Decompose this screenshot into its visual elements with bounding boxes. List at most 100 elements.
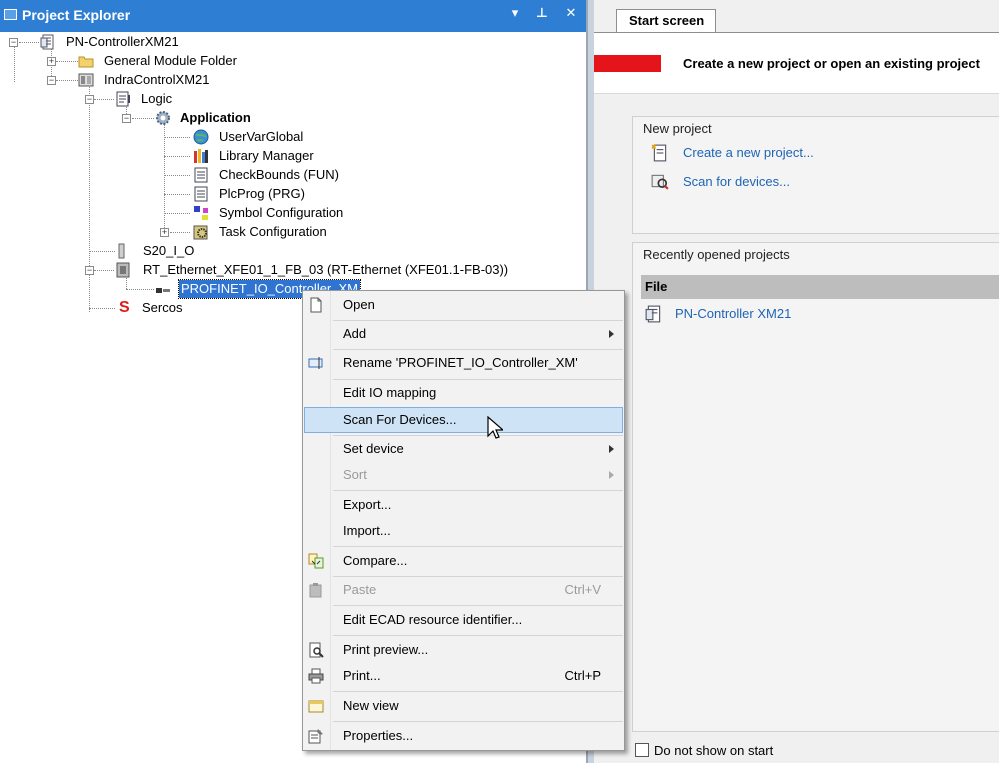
menu-item-label: Set device <box>343 441 404 456</box>
menu-item-label: Import... <box>343 523 391 538</box>
menu-item-import[interactable]: Import... <box>304 518 623 544</box>
divider <box>594 93 999 94</box>
menu-item-export[interactable]: Export... <box>304 492 623 518</box>
menu-item-label: Add <box>343 326 367 341</box>
tree-node-label: PN-ControllerXM21 <box>66 34 179 49</box>
tree-node-checkbounds[interactable]: CheckBounds (FUN) <box>193 166 393 184</box>
do-not-show-checkbox[interactable] <box>635 743 649 757</box>
tree-node-symbol-configuration[interactable]: Symbol Configuration <box>193 204 393 222</box>
tree-node-s20-io[interactable]: S20_I_O <box>115 242 315 260</box>
paste-icon <box>309 583 322 598</box>
open-icon <box>310 297 322 313</box>
menu-item-set-device[interactable]: Set device <box>304 436 623 462</box>
menu-item-add[interactable]: Add <box>304 321 623 347</box>
menu-separator <box>333 635 623 636</box>
dropdown-icon[interactable]: ▾ <box>506 5 524 21</box>
explorer-window-icon <box>4 9 17 20</box>
tree-node-uservarglobal[interactable]: UserVarGlobal <box>193 128 393 146</box>
tree-line <box>56 61 78 62</box>
tree-node-root[interactable]: PN-ControllerXM21 <box>40 33 240 51</box>
tree-line <box>164 213 190 214</box>
menu-item-label: Open <box>343 297 375 312</box>
scan-for-devices-link[interactable]: Scan for devices... <box>683 174 790 189</box>
menu-item-label: Edit IO mapping <box>343 385 437 400</box>
menu-item-rename[interactable]: Rename 'PROFINET_IO_Controller_XM' <box>304 350 623 376</box>
create-new-project-link[interactable]: Create a new project... <box>683 145 814 160</box>
submenu-arrow-icon <box>609 471 614 479</box>
tree-node-label: Library Manager <box>219 148 314 163</box>
menu-item-compare[interactable]: Compare... <box>304 548 623 574</box>
expand-toggle[interactable]: + <box>160 228 169 237</box>
menu-item-edit-io-mapping[interactable]: Edit IO mapping <box>304 380 623 406</box>
menu-item-properties[interactable]: Properties... <box>304 723 623 749</box>
tree-line <box>164 194 190 195</box>
collapse-toggle[interactable]: − <box>85 95 94 104</box>
submenu-arrow-icon <box>609 330 614 338</box>
tree-node-plcprog[interactable]: PlcProg (PRG) <box>193 185 393 203</box>
collapse-toggle[interactable]: − <box>47 76 56 85</box>
tree-node-task-configuration[interactable]: Task Configuration <box>193 223 393 241</box>
tree-line <box>164 137 190 138</box>
menu-item-open[interactable]: Open <box>304 292 623 318</box>
collapse-toggle[interactable]: − <box>9 38 18 47</box>
symbol-config-icon <box>194 206 208 220</box>
menu-item-label: Edit ECAD resource identifier... <box>343 612 523 627</box>
menu-separator <box>333 546 623 547</box>
rename-icon <box>308 357 323 369</box>
tab-start-screen[interactable]: Start screen <box>616 9 716 33</box>
tree-line <box>94 270 114 271</box>
menu-separator <box>333 691 623 692</box>
compare-icon <box>308 553 324 569</box>
tree-node-label: General Module Folder <box>104 53 237 68</box>
new-project-title: New project <box>643 121 712 136</box>
menu-item-edit-ecad[interactable]: Edit ECAD resource identifier... <box>304 607 623 633</box>
tree-node-label: CheckBounds (FUN) <box>219 167 339 182</box>
menu-item-label: Rename 'PROFINET_IO_Controller_XM' <box>343 355 578 370</box>
controller-icon <box>40 34 54 50</box>
menu-item-label: Compare... <box>343 553 408 568</box>
new-project-icon <box>651 144 667 162</box>
menu-item-sort[interactable]: Sort <box>304 462 623 488</box>
tree-node-general-module-folder[interactable]: General Module Folder <box>78 52 278 70</box>
menu-item-label: Export... <box>343 497 392 512</box>
start-screen-panel: Start screen Create a new project or ope… <box>594 0 999 763</box>
project-file-icon <box>645 305 661 323</box>
tree-node-rt-ethernet[interactable]: RT_Ethernet_XFE01_1_FB_03 (RT-Ethernet (… <box>115 261 515 279</box>
menu-item-scan-for-devices[interactable]: Scan For Devices... <box>304 407 623 433</box>
close-icon[interactable]: ✕ <box>562 5 580 21</box>
tree-node-indracontrol[interactable]: IndraControlXM21 <box>78 71 278 89</box>
ethernet-module-icon <box>116 262 130 278</box>
document-icon <box>194 186 208 202</box>
tree-line <box>14 46 15 82</box>
tree-node-application[interactable]: Application <box>155 109 355 127</box>
menu-item-label: Print preview... <box>343 642 429 657</box>
menu-item-label: Scan For Devices... <box>343 412 457 427</box>
file-column-header[interactable]: File <box>641 275 999 299</box>
tree-line <box>132 118 154 119</box>
tree-node-sercos[interactable]: S Sercos <box>115 299 315 317</box>
library-icon <box>194 149 208 163</box>
menu-item-print-preview[interactable]: Print preview... <box>304 637 623 663</box>
tree-node-label: S20_I_O <box>143 243 195 258</box>
context-menu: Open Add Rename 'PROFINET_IO_Controller_… <box>302 290 625 751</box>
start-headline: Create a new project or open an existing… <box>683 56 980 71</box>
expand-toggle[interactable]: + <box>47 57 56 66</box>
menu-item-new-view[interactable]: New view <box>304 693 623 719</box>
menu-item-paste[interactable]: Paste Ctrl+V <box>304 577 623 603</box>
project-explorer-header: Project Explorer ▾ ⊥ ✕ <box>0 0 588 32</box>
recent-projects-group: Recently opened projects File PN-Control… <box>632 242 999 732</box>
menu-item-label: Print... <box>343 668 381 683</box>
tree-node-logic[interactable]: Logic <box>115 90 315 108</box>
collapse-toggle[interactable]: − <box>122 114 131 123</box>
sercos-icon: S <box>119 299 130 316</box>
recent-project-link[interactable]: PN-Controller XM21 <box>675 306 791 321</box>
collapse-toggle[interactable]: − <box>85 266 94 275</box>
headline-banner: Create a new project or open an existing… <box>594 33 999 93</box>
tree-node-library-manager[interactable]: Library Manager <box>193 147 393 165</box>
tree-line <box>164 124 165 236</box>
pin-icon[interactable]: ⊥ <box>533 5 551 21</box>
menu-item-shortcut: Ctrl+P <box>564 668 601 683</box>
tree-line <box>164 156 190 157</box>
menu-item-print[interactable]: Print... Ctrl+P <box>304 663 623 689</box>
tree-line <box>170 232 190 233</box>
